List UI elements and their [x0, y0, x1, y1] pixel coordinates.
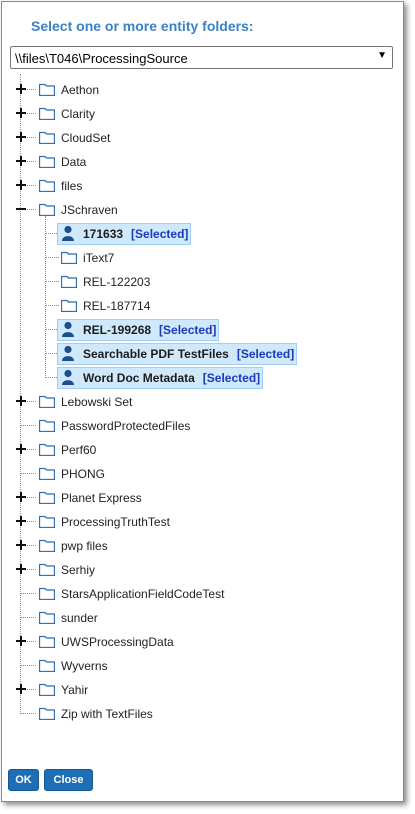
tree-item[interactable]: PHONG: [2, 464, 402, 484]
folder-icon: [38, 131, 56, 145]
person-icon: [61, 345, 77, 361]
folder-icon: [60, 275, 78, 289]
ok-button[interactable]: OK: [8, 769, 39, 791]
folder-icon: [60, 251, 78, 265]
tree-item-label: Serhiy: [61, 563, 96, 577]
folder-icon: [38, 635, 56, 649]
folder-icon: [38, 443, 56, 457]
tree-item[interactable]: PasswordProtectedFiles: [2, 416, 402, 436]
close-button[interactable]: Close: [44, 769, 93, 791]
tree-item-label: 171633 [Selected]: [83, 227, 188, 241]
tree-item[interactable]: Aethon: [2, 80, 402, 100]
tree-item-label: Zip with TextFiles: [61, 707, 153, 721]
tree-item-label: JSchraven: [61, 203, 118, 217]
tree-item[interactable]: Wyverns: [2, 656, 402, 676]
tree-item[interactable]: iText7: [2, 248, 402, 268]
folder-icon: [38, 419, 56, 433]
tree-item[interactable]: Perf60: [2, 440, 402, 460]
selected-tag: [Selected]: [202, 371, 261, 385]
tree-item-label: PHONG: [61, 467, 106, 481]
tree-item-label: iText7: [83, 251, 115, 265]
tree-item[interactable]: REL-199268 [Selected]: [2, 319, 402, 341]
tree-item[interactable]: Yahir: [2, 680, 402, 700]
tree-item-label: Perf60: [61, 443, 97, 457]
tree-item[interactable]: Zip with TextFiles: [2, 704, 402, 724]
tree-item-label: REL-199268 [Selected]: [83, 323, 216, 337]
tree-item-label: Wyverns: [61, 659, 108, 673]
tree-item-label: sunder: [61, 611, 98, 625]
tree-item-label: Word Doc Metadata [Selected]: [83, 371, 260, 385]
tree-item-label: Aethon: [61, 83, 100, 97]
tree-item[interactable]: Lebowski Set: [2, 392, 402, 412]
selected-tag: [Selected]: [159, 323, 217, 337]
tree-item[interactable]: pwp files: [2, 536, 402, 556]
tree-item-name: REL-199268: [83, 323, 152, 337]
tree-item-label: CloudSet: [61, 131, 111, 145]
folder-icon: [38, 107, 56, 121]
folder-icon: [60, 299, 78, 313]
tree-item[interactable]: files: [2, 176, 402, 196]
tree-item[interactable]: REL-122203: [2, 272, 402, 292]
tree-item[interactable]: Word Doc Metadata [Selected]: [2, 367, 402, 389]
tree-item-label: ProcessingTruthTest: [61, 515, 170, 529]
tree-item-name: 171633: [83, 227, 124, 241]
folder-icon: [38, 611, 56, 625]
tree-item[interactable]: Data: [2, 152, 402, 172]
folder-icon: [38, 659, 56, 673]
tree-item[interactable]: ProcessingTruthTest: [2, 512, 402, 532]
tree-item[interactable]: Searchable PDF TestFiles [Selected]: [2, 343, 402, 365]
tree-item-label: PasswordProtectedFiles: [61, 419, 191, 433]
person-icon: [61, 369, 77, 385]
selected-tag: [Selected]: [131, 227, 189, 241]
tree-item-label: Yahir: [61, 683, 89, 697]
tree-item-label: REL-187714: [83, 299, 151, 313]
folder-icon: [38, 491, 56, 505]
folder-icon: [38, 395, 56, 409]
folder-icon: [38, 683, 56, 697]
tree-item-label: StarsApplicationFieldCodeTest: [61, 587, 225, 601]
tree-item-label: Data: [61, 155, 87, 169]
folder-icon: [38, 203, 56, 217]
tree-item[interactable]: sunder: [2, 608, 402, 628]
tree-item-label: Clarity: [61, 107, 96, 121]
tree-item-label: REL-122203: [83, 275, 151, 289]
person-icon: [61, 225, 77, 241]
tree-item-label: Planet Express: [61, 491, 142, 505]
folder-icon: [38, 587, 56, 601]
tree-item[interactable]: StarsApplicationFieldCodeTest: [2, 584, 402, 604]
tree-item-label: pwp files: [61, 539, 108, 553]
folder-icon: [38, 563, 56, 577]
tree-item-label: Lebowski Set: [61, 395, 133, 409]
folder-icon: [38, 467, 56, 481]
tree-item[interactable]: JSchraven: [2, 200, 402, 220]
selected-tag: [Selected]: [236, 347, 295, 361]
tree-item[interactable]: CloudSet: [2, 128, 402, 148]
folder-icon: [38, 83, 56, 97]
folder-tree: Aethon Clarity CloudSet Data files JSchraven 1…: [2, 2, 403, 801]
tree-item[interactable]: UWSProcessingData: [2, 632, 402, 652]
folder-icon: [38, 707, 56, 721]
tree-item-name: Searchable PDF TestFiles: [83, 347, 229, 361]
folder-icon: [38, 155, 56, 169]
tree-item-label: UWSProcessingData: [61, 635, 174, 649]
tree-item[interactable]: REL-187714: [2, 296, 402, 316]
tree-item[interactable]: Serhiy: [2, 560, 402, 580]
folder-icon: [38, 515, 56, 529]
tree-item[interactable]: Clarity: [2, 104, 402, 124]
tree-item-label: Searchable PDF TestFiles [Selected]: [83, 347, 294, 361]
folder-icon: [38, 179, 56, 193]
tree-item-name: Word Doc Metadata: [83, 371, 195, 385]
tree-item[interactable]: 171633 [Selected]: [2, 223, 402, 245]
entity-folder-dialog: Select one or more entity folders: \\fil…: [1, 1, 404, 802]
tree-item[interactable]: Planet Express: [2, 488, 402, 508]
person-icon: [61, 321, 77, 337]
tree-item-label: files: [61, 179, 83, 193]
folder-icon: [38, 539, 56, 553]
